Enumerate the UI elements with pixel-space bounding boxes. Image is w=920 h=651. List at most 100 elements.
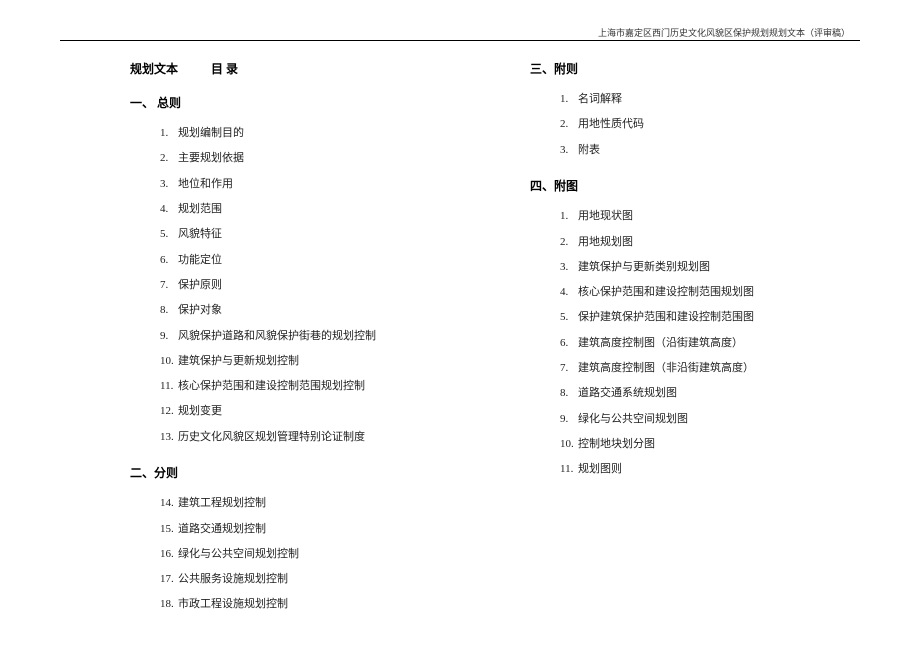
item-num: 10.	[160, 349, 176, 374]
toc-item: 2.用地性质代码	[560, 112, 840, 137]
toc-item: 5.风貌特征	[160, 222, 470, 247]
item-text: 建筑高度控制图（沿街建筑高度）	[578, 337, 743, 349]
item-num: 3.	[160, 172, 176, 197]
section-4-heading: 四、附图	[530, 177, 840, 196]
toc-item: 6.功能定位	[160, 248, 470, 273]
toc-item: 15.道路交通规划控制	[160, 517, 470, 542]
toc-item: 11.核心保护范围和建设控制范围规划控制	[160, 374, 470, 399]
item-text: 地位和作用	[178, 178, 233, 190]
item-num: 18.	[160, 592, 176, 617]
item-text: 核心保护范围和建设控制范围规划控制	[178, 380, 365, 392]
toc-item: 12.规划变更	[160, 399, 470, 424]
item-text: 风貌保护道路和风貌保护街巷的规划控制	[178, 330, 376, 342]
item-num: 9.	[560, 407, 576, 432]
item-num: 11.	[160, 374, 176, 399]
item-text: 控制地块划分图	[578, 438, 655, 450]
item-num: 7.	[560, 356, 576, 381]
item-text: 名词解释	[578, 93, 622, 105]
toc-item: 7.建筑高度控制图（非沿街建筑高度）	[560, 356, 840, 381]
item-text: 市政工程设施规划控制	[178, 598, 288, 610]
item-num: 2.	[160, 146, 176, 171]
item-num: 2.	[560, 112, 576, 137]
item-num: 5.	[560, 305, 576, 330]
item-num: 7.	[160, 273, 176, 298]
toc-item: 2.主要规划依据	[160, 146, 470, 171]
section-1-heading: 一、 总则	[130, 94, 470, 113]
toc-item: 4.核心保护范围和建设控制范围规划图	[560, 280, 840, 305]
section-3-heading: 三、附则	[530, 60, 840, 79]
toc-item: 4.规划范围	[160, 197, 470, 222]
toc-item: 14.建筑工程规划控制	[160, 491, 470, 516]
item-num: 2.	[560, 230, 576, 255]
item-text: 建筑高度控制图（非沿街建筑高度）	[578, 362, 754, 374]
toc-item: 1.名词解释	[560, 87, 840, 112]
toc-item: 1.用地现状图	[560, 204, 840, 229]
item-text: 规划变更	[178, 405, 222, 417]
item-text: 公共服务设施规划控制	[178, 573, 288, 585]
item-num: 1.	[160, 121, 176, 146]
item-text: 功能定位	[178, 254, 222, 266]
content-area: 规划文本 目 录 一、 总则 1.规划编制目的 2.主要规划依据 3.地位和作用…	[130, 60, 850, 618]
item-num: 1.	[560, 87, 576, 112]
toc-item: 9.绿化与公共空间规划图	[560, 407, 840, 432]
item-num: 6.	[560, 331, 576, 356]
section-2-heading: 二、分则	[130, 464, 470, 483]
toc-item: 2.用地规划图	[560, 230, 840, 255]
item-num: 3.	[560, 255, 576, 280]
toc-item: 8.道路交通系统规划图	[560, 381, 840, 406]
item-text: 保护对象	[178, 304, 222, 316]
item-text: 保护建筑保护范围和建设控制范围图	[578, 311, 754, 323]
item-num: 8.	[160, 298, 176, 323]
item-num: 9.	[160, 324, 176, 349]
toc-item: 13.历史文化风貌区规划管理特别论证制度	[160, 425, 470, 450]
item-num: 17.	[160, 567, 176, 592]
left-column: 规划文本 目 录 一、 总则 1.规划编制目的 2.主要规划依据 3.地位和作用…	[130, 60, 470, 618]
item-text: 道路交通规划控制	[178, 523, 266, 535]
toc-item: 7.保护原则	[160, 273, 470, 298]
item-num: 4.	[160, 197, 176, 222]
right-column: 三、附则 1.名词解释 2.用地性质代码 3.附表 四、附图 1.用地现状图 2…	[530, 60, 840, 618]
item-num: 3.	[560, 138, 576, 163]
item-num: 12.	[160, 399, 176, 424]
toc-item: 6.建筑高度控制图（沿街建筑高度）	[560, 331, 840, 356]
toc-item: 16.绿化与公共空间规划控制	[160, 542, 470, 567]
toc-item: 3.附表	[560, 138, 840, 163]
item-text: 道路交通系统规划图	[578, 387, 677, 399]
toc-item: 8.保护对象	[160, 298, 470, 323]
toc-item: 18.市政工程设施规划控制	[160, 592, 470, 617]
page-header-text: 上海市嘉定区西门历史文化风貌区保护规划规划文本（评审稿）	[598, 26, 850, 39]
toc-item: 3.建筑保护与更新类别规划图	[560, 255, 840, 280]
item-text: 绿化与公共空间规划控制	[178, 548, 299, 560]
item-text: 历史文化风貌区规划管理特别论证制度	[178, 431, 365, 443]
item-text: 绿化与公共空间规划图	[578, 413, 688, 425]
toc-item: 10.控制地块划分图	[560, 432, 840, 457]
item-text: 附表	[578, 144, 600, 156]
item-text: 用地现状图	[578, 210, 633, 222]
title-line: 规划文本 目 录	[130, 60, 470, 78]
item-num: 5.	[160, 222, 176, 247]
title-sub: 目 录	[211, 60, 238, 78]
item-num: 16.	[160, 542, 176, 567]
item-text: 用地规划图	[578, 236, 633, 248]
item-num: 14.	[160, 491, 176, 516]
toc-item: 1.规划编制目的	[160, 121, 470, 146]
item-num: 6.	[160, 248, 176, 273]
toc-item: 17.公共服务设施规划控制	[160, 567, 470, 592]
toc-item: 5.保护建筑保护范围和建设控制范围图	[560, 305, 840, 330]
item-text: 风貌特征	[178, 228, 222, 240]
toc-item: 3.地位和作用	[160, 172, 470, 197]
item-num: 8.	[560, 381, 576, 406]
item-text: 保护原则	[178, 279, 222, 291]
item-num: 11.	[560, 457, 576, 482]
toc-item: 9.风貌保护道路和风貌保护街巷的规划控制	[160, 324, 470, 349]
item-text: 用地性质代码	[578, 118, 644, 130]
item-num: 4.	[560, 280, 576, 305]
toc-item: 11.规划图则	[560, 457, 840, 482]
item-text: 建筑工程规划控制	[178, 497, 266, 509]
item-num: 1.	[560, 204, 576, 229]
item-num: 13.	[160, 425, 176, 450]
item-text: 规划范围	[178, 203, 222, 215]
title-main: 规划文本	[130, 60, 178, 78]
item-num: 15.	[160, 517, 176, 542]
item-text: 核心保护范围和建设控制范围规划图	[578, 286, 754, 298]
